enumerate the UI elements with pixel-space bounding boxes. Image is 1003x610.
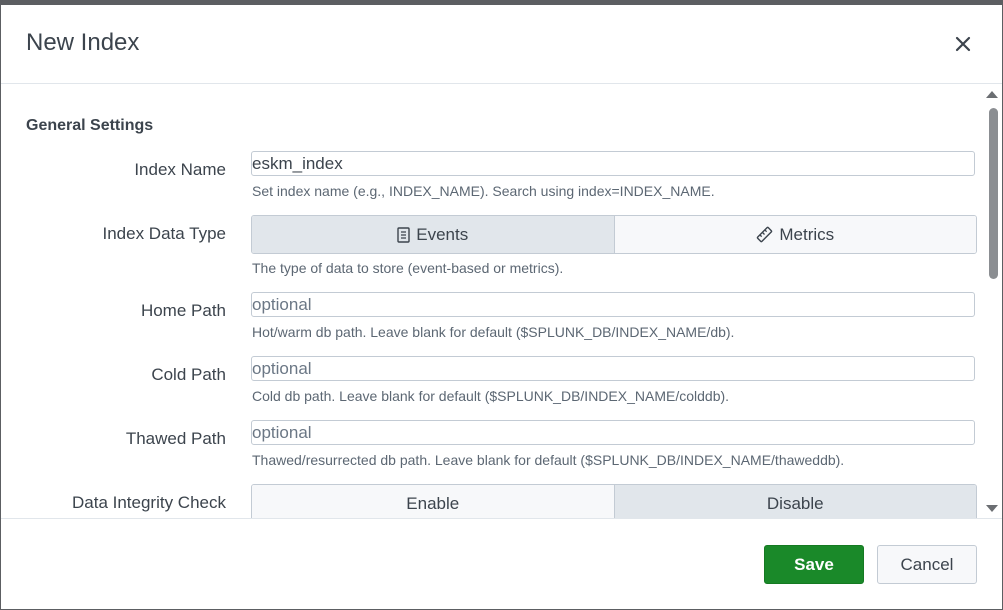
document-icon: [397, 226, 410, 243]
index-name-label: Index Name: [134, 160, 226, 179]
home-path-help: Hot/warm db path. Leave blank for defaul…: [252, 324, 735, 340]
section-title-general-settings: General Settings: [26, 117, 154, 134]
cold-path-help: Cold db path. Leave blank for default ($…: [252, 388, 730, 404]
events-option[interactable]: Events: [252, 216, 614, 253]
data-integrity-check-toggle: Enable Disable: [251, 484, 977, 518]
data-integrity-check-label: Data Integrity Check: [71, 493, 226, 512]
dialog-footer: Save Cancel: [1, 518, 1002, 609]
dialog-title: New Index: [26, 29, 140, 56]
cold-path-label: Cold Path: [151, 365, 226, 384]
scroll-up-arrow[interactable]: [986, 91, 998, 98]
index-data-type-toggle: Events Metrics: [251, 215, 977, 254]
ruler-icon: [757, 226, 773, 243]
dialog-header: New Index: [1, 5, 1002, 84]
thawed-path-help: Thawed/resurrected db path. Leave blank …: [252, 452, 845, 468]
thawed-path-input[interactable]: [251, 420, 975, 445]
scroll-down-arrow[interactable]: [986, 505, 998, 512]
index-data-type-label: Index Data Type: [102, 224, 227, 243]
enable-option[interactable]: Enable: [252, 485, 614, 518]
disable-option[interactable]: Disable: [613, 485, 976, 518]
dialog-body: General Settings Index Name Set index na…: [1, 84, 1002, 518]
close-icon[interactable]: [954, 35, 972, 53]
home-path-label: Home Path: [140, 301, 226, 320]
metrics-option-label: Metrics: [779, 224, 835, 244]
new-index-dialog: New Index General Settings Index Name Se…: [1, 5, 1002, 609]
thawed-path-label: Thawed Path: [125, 429, 226, 448]
metrics-option[interactable]: Metrics: [613, 216, 976, 253]
cold-path-input[interactable]: [251, 356, 975, 381]
scrollbar-thumb[interactable]: [989, 108, 998, 279]
events-option-label: Events: [416, 224, 469, 244]
home-path-input[interactable]: [251, 292, 975, 317]
index-name-input[interactable]: [251, 151, 975, 176]
index-name-help: Set index name (e.g., INDEX_NAME). Searc…: [252, 183, 715, 199]
cancel-button[interactable]: Cancel: [877, 545, 977, 584]
index-data-type-help: The type of data to store (event-based o…: [252, 260, 564, 276]
save-button[interactable]: Save: [764, 545, 864, 584]
